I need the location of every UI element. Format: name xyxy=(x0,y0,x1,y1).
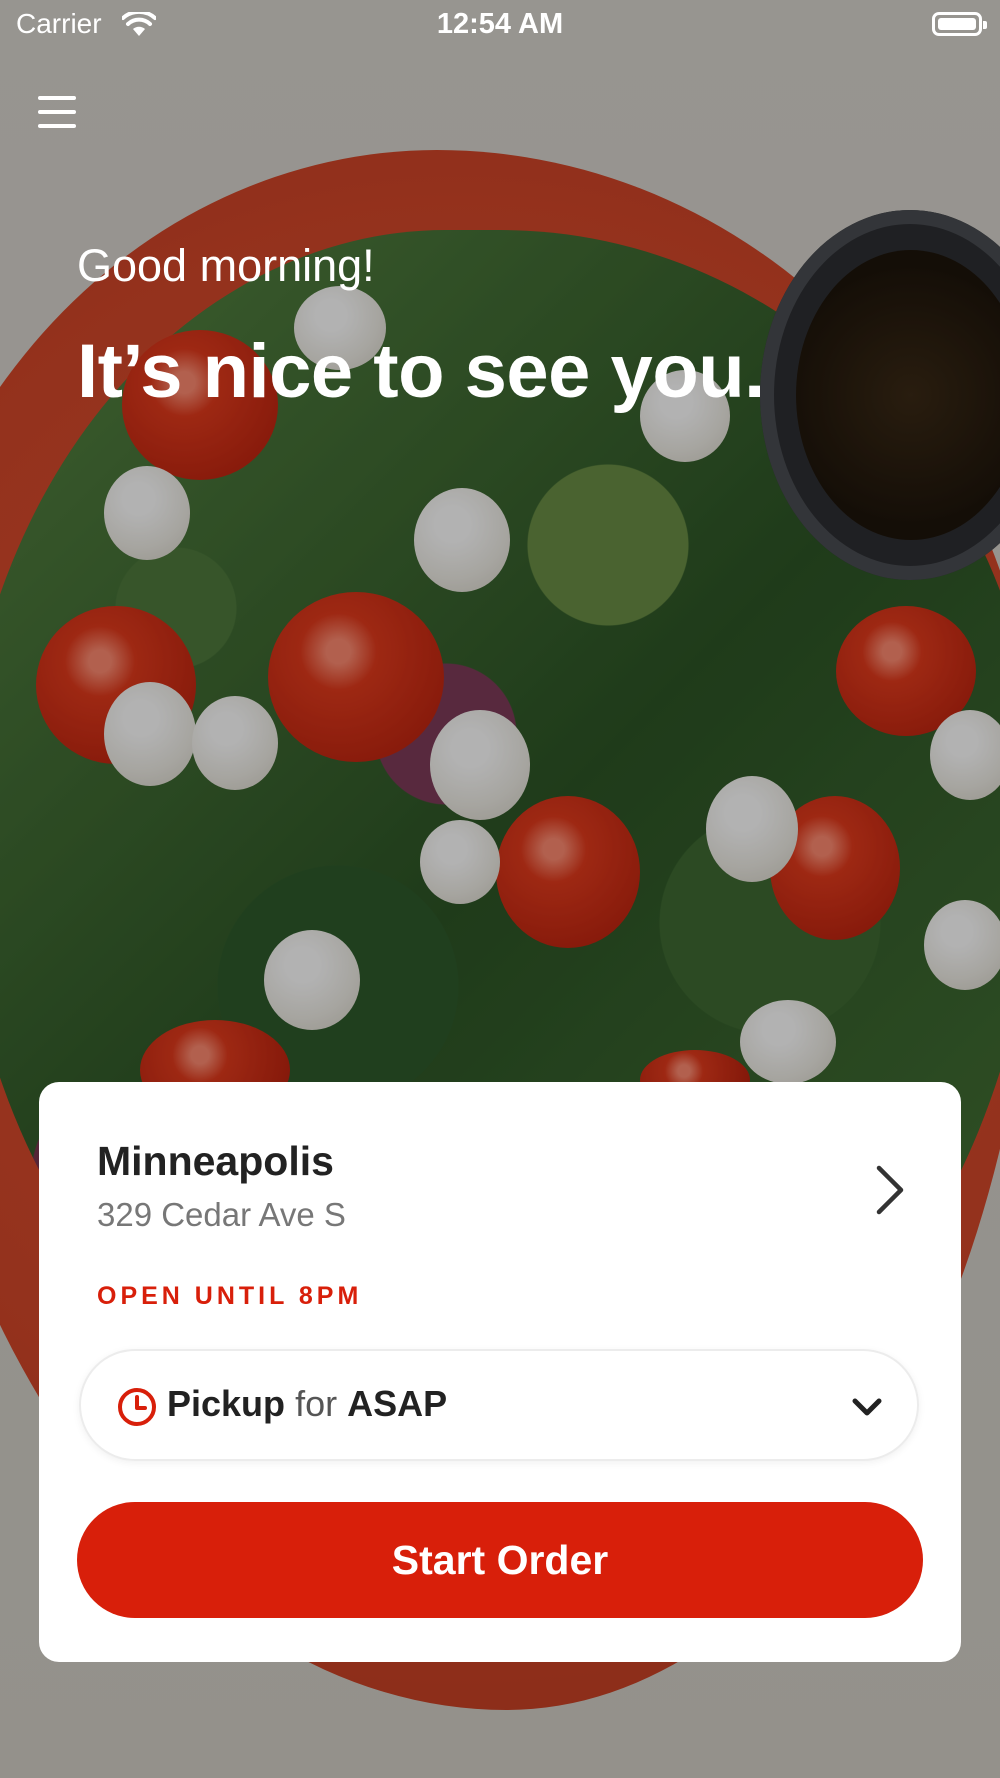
chevron-right-icon[interactable] xyxy=(869,1162,909,1218)
location-name[interactable]: Minneapolis xyxy=(97,1138,334,1185)
chevron-down-icon xyxy=(852,1398,882,1416)
order-mode-connector: for xyxy=(295,1383,338,1424)
status-bar: Carrier 12:54 AM xyxy=(0,0,1000,50)
status-time: 12:54 AM xyxy=(436,8,564,40)
pickup-time-selector[interactable]: Pickup for ASAP xyxy=(79,1349,919,1461)
clock-icon xyxy=(118,1388,156,1426)
order-mode: Pickup xyxy=(167,1383,286,1424)
welcome-headline: It’s nice to see you. xyxy=(77,329,765,414)
battery-icon xyxy=(932,12,987,36)
hamburger-menu-icon[interactable] xyxy=(34,90,82,136)
order-card: Minneapolis 329 Cedar Ave S OPEN UNTIL 8… xyxy=(39,1082,961,1662)
order-time: ASAP xyxy=(347,1383,448,1424)
location-address[interactable]: 329 Cedar Ave S xyxy=(97,1196,346,1234)
start-order-button[interactable]: Start Order xyxy=(77,1502,923,1618)
greeting-text: Good morning! xyxy=(77,240,375,291)
pickup-label: Pickup for ASAP xyxy=(167,1383,447,1425)
hours-status: OPEN UNTIL 8PM xyxy=(97,1282,363,1310)
